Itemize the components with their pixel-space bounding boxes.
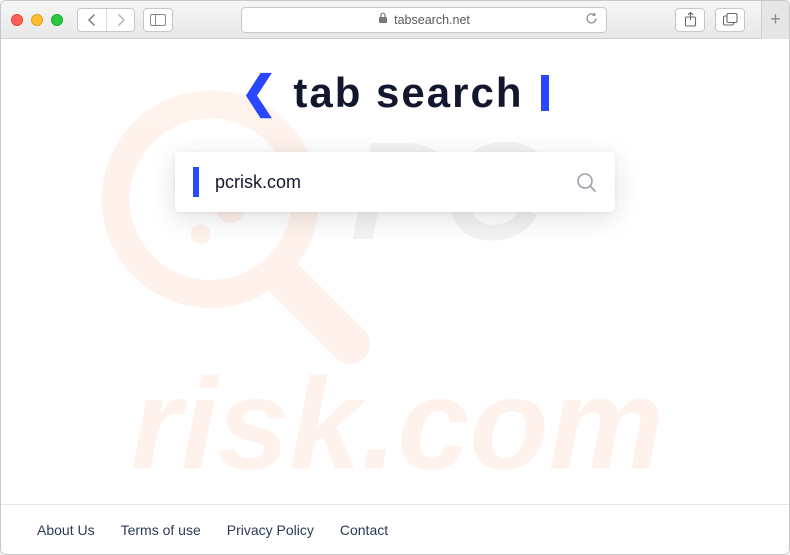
toolbar-right: +: [675, 1, 779, 39]
lock-icon: [378, 12, 388, 27]
share-button[interactable]: [675, 8, 705, 32]
footer-link-privacy[interactable]: Privacy Policy: [227, 522, 314, 538]
close-window-button[interactable]: [11, 14, 23, 26]
search-box[interactable]: [175, 152, 615, 212]
tabs-button[interactable]: [715, 8, 745, 32]
search-cursor-icon: [193, 167, 199, 197]
back-button[interactable]: [78, 9, 106, 31]
browser-window: tabsearch.net +: [0, 0, 790, 555]
hero: ❮ tab search: [1, 39, 789, 212]
reload-icon[interactable]: [585, 12, 598, 28]
titlebar: tabsearch.net +: [1, 1, 789, 39]
footer-link-contact[interactable]: Contact: [340, 522, 388, 538]
minimize-window-button[interactable]: [31, 14, 43, 26]
footer-link-about[interactable]: About Us: [37, 522, 95, 538]
address-bar[interactable]: tabsearch.net: [241, 7, 607, 33]
address-text: tabsearch.net: [394, 13, 470, 27]
sidebar-toggle-button[interactable]: [143, 8, 173, 32]
search-button[interactable]: [575, 171, 597, 193]
search-icon: [575, 171, 597, 193]
forward-button[interactable]: [106, 9, 134, 31]
nav-buttons-group: [77, 8, 135, 32]
svg-text:risk.com: risk.com: [131, 353, 664, 497]
search-input[interactable]: [215, 172, 559, 193]
logo-cursor-icon: [541, 75, 549, 111]
chevron-left-icon: ❮: [241, 67, 280, 118]
page-content: PC risk.com ❮ tab search: [1, 39, 789, 554]
new-tab-button[interactable]: +: [761, 1, 789, 39]
footer: About Us Terms of use Privacy Policy Con…: [1, 504, 789, 554]
logo-text: tab search: [293, 69, 523, 117]
footer-link-terms[interactable]: Terms of use: [121, 522, 201, 538]
maximize-window-button[interactable]: [51, 14, 63, 26]
site-logo: ❮ tab search: [241, 67, 550, 118]
traffic-lights: [11, 14, 63, 26]
